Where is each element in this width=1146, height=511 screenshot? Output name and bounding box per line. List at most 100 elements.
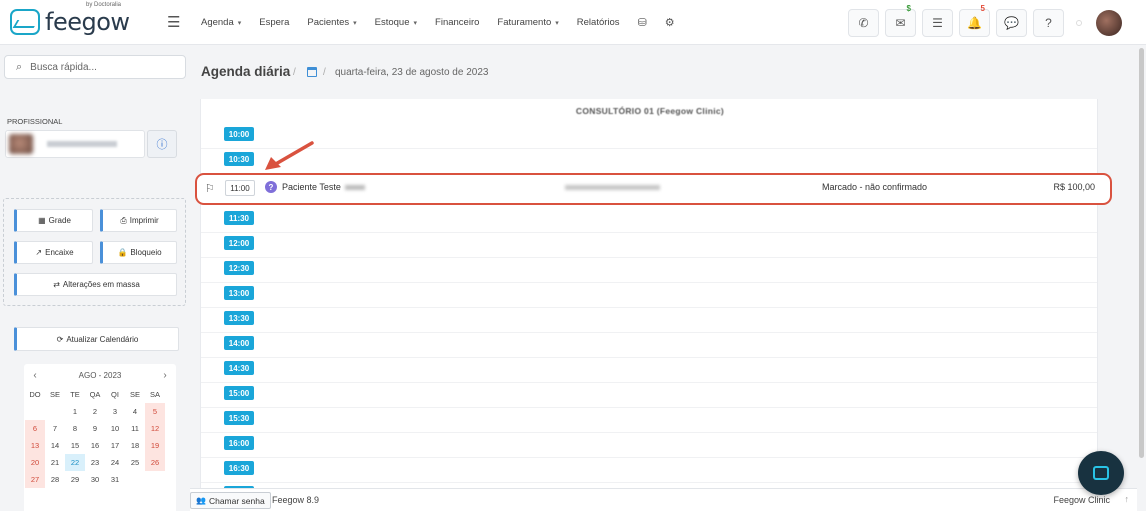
calendar-day[interactable]: 16 bbox=[85, 437, 105, 454]
calendar-day[interactable]: 27 bbox=[25, 471, 45, 488]
calendar-day[interactable]: 11 bbox=[125, 420, 145, 437]
time-slot-row[interactable]: 16:00 bbox=[201, 433, 1097, 458]
menu-item-estoque[interactable]: Estoque ▾ bbox=[375, 17, 417, 28]
bloqueio-button[interactable]: 🔒 Bloqueio bbox=[100, 241, 177, 264]
time-slot-row[interactable]: 16:30 bbox=[201, 458, 1097, 483]
calendar-day[interactable]: 6 bbox=[25, 420, 45, 437]
caret-down-icon: ▾ bbox=[237, 19, 242, 27]
quick-search-input[interactable]: ⌕ Busca rápida... bbox=[4, 55, 186, 79]
calendar-day[interactable]: 8 bbox=[65, 420, 85, 437]
time-slot-label[interactable]: 11:30 bbox=[224, 211, 254, 225]
weekday-header: QI bbox=[111, 390, 119, 399]
calendar-day[interactable]: 1 bbox=[65, 403, 85, 420]
chat-widget-button[interactable] bbox=[1078, 451, 1124, 495]
time-slot-row[interactable]: 14:00 bbox=[201, 333, 1097, 358]
calendar-day[interactable]: 4 bbox=[125, 403, 145, 420]
calendar-day[interactable]: 24 bbox=[105, 454, 125, 471]
calendar-day[interactable]: 21 bbox=[45, 454, 65, 471]
refresh-calendar-button[interactable]: ⟳ Atualizar Calendário bbox=[14, 327, 179, 351]
time-slot-row[interactable]: 11:30 bbox=[201, 208, 1097, 233]
calendar-day[interactable]: 28 bbox=[45, 471, 65, 488]
calendar-day[interactable]: 23 bbox=[85, 454, 105, 471]
calendar-day[interactable]: 26 bbox=[145, 454, 165, 471]
hamburger-menu-icon[interactable]: ☰ bbox=[167, 13, 187, 31]
calendar-day[interactable]: 18 bbox=[125, 437, 145, 454]
time-slot-row[interactable]: 15:00 bbox=[201, 383, 1097, 408]
appointment-time[interactable]: 11:00 bbox=[225, 180, 255, 196]
calendar-day[interactable]: 17 bbox=[105, 437, 125, 454]
time-slot-row[interactable]: 10:00 bbox=[201, 124, 1097, 149]
calendar-day[interactable]: 14 bbox=[45, 437, 65, 454]
calendar-icon[interactable] bbox=[307, 67, 317, 77]
time-slot-row[interactable]: 13:30 bbox=[201, 308, 1097, 333]
calendar-day[interactable]: 20 bbox=[25, 454, 45, 471]
calendar-day[interactable]: 25 bbox=[125, 454, 145, 471]
time-slot-label[interactable]: 15:30 bbox=[224, 411, 254, 425]
time-slot-label[interactable]: 14:30 bbox=[224, 361, 254, 375]
calendar-day[interactable]: 29 bbox=[65, 471, 85, 488]
scroll-top-icon[interactable]: ↑ bbox=[1125, 494, 1130, 504]
menu-item-pacientes[interactable]: Pacientes ▾ bbox=[307, 17, 356, 28]
menu-item-agenda[interactable]: Agenda ▾ bbox=[201, 17, 241, 28]
time-slot-label[interactable]: 12:30 bbox=[224, 261, 254, 275]
feegow-logo[interactable]: feegow by Doctoralia bbox=[10, 2, 160, 36]
flag-icon[interactable]: ⚐ bbox=[205, 182, 215, 195]
grade-button[interactable]: ▦ Grade bbox=[14, 209, 93, 232]
time-slot-label[interactable]: 10:30 bbox=[224, 152, 254, 166]
calendar-day[interactable]: 3 bbox=[105, 403, 125, 420]
appointment-row[interactable]: ⚐ 11:00 ? Paciente Teste Marcado - não c… bbox=[195, 173, 1112, 205]
bell-button[interactable]: 🔔 5 bbox=[959, 4, 990, 37]
time-slot-label[interactable]: 16:00 bbox=[224, 436, 254, 450]
calendar-day[interactable]: 5 bbox=[145, 403, 165, 420]
call-ticket-button[interactable]: 👥 Chamar senha bbox=[190, 492, 271, 509]
mass-changes-button[interactable]: ⇄ Alterações em massa bbox=[14, 273, 177, 296]
calendar-day[interactable]: 2 bbox=[85, 403, 105, 420]
time-slot-row[interactable]: 10:30 bbox=[201, 149, 1097, 174]
professional-info-button[interactable]: ⓘ bbox=[147, 130, 177, 158]
inbox-button[interactable]: ✉ $ bbox=[885, 4, 916, 37]
calendar-day[interactable]: 13 bbox=[25, 437, 45, 454]
gear-icon[interactable]: ⚙ bbox=[665, 16, 675, 29]
calendar-day[interactable]: 10 bbox=[105, 420, 125, 437]
encaixe-button[interactable]: ↗ Encaixe bbox=[14, 241, 93, 264]
menu-item-relatrios[interactable]: Relatórios bbox=[577, 17, 620, 28]
time-slot-row[interactable]: 15:30 bbox=[201, 408, 1097, 433]
time-slot-label[interactable]: 15:00 bbox=[224, 386, 254, 400]
calendar-day[interactable]: 12 bbox=[145, 420, 165, 437]
calendar-day[interactable]: 15 bbox=[65, 437, 85, 454]
time-slot-label[interactable]: 12:00 bbox=[224, 236, 254, 250]
weekday-header: DO bbox=[29, 390, 41, 399]
scrollbar-thumb[interactable] bbox=[1139, 48, 1144, 458]
menu-item-faturamento[interactable]: Faturamento ▾ bbox=[497, 17, 558, 28]
user-avatar[interactable] bbox=[1096, 10, 1122, 36]
time-slot-row[interactable]: 14:30 bbox=[201, 358, 1097, 383]
print-button[interactable]: ⎙ Imprimir bbox=[100, 209, 177, 232]
menu-item-espera[interactable]: Espera bbox=[259, 17, 289, 28]
prev-month-chevron-icon[interactable]: ‹ bbox=[28, 370, 42, 381]
help-button[interactable]: ? bbox=[1033, 9, 1064, 37]
time-slot-row[interactable]: 12:00 bbox=[201, 233, 1097, 258]
chat-button[interactable]: 💬 bbox=[996, 9, 1027, 37]
time-slot-label[interactable]: 13:30 bbox=[224, 311, 254, 325]
menu-item-financeiro[interactable]: Financeiro bbox=[435, 17, 479, 28]
page-scrollbar[interactable] bbox=[1137, 46, 1146, 511]
time-slot-row[interactable]: 13:00 bbox=[201, 283, 1097, 308]
database-icon[interactable]: ⛁ bbox=[638, 16, 647, 29]
phone-button[interactable]: ✆ bbox=[848, 9, 879, 37]
patient-name[interactable]: Paciente Teste bbox=[282, 182, 341, 192]
time-slot-label[interactable]: 13:00 bbox=[224, 286, 254, 300]
calendar-day[interactable]: 19 bbox=[145, 437, 165, 454]
calendar-day[interactable]: 9 bbox=[85, 420, 105, 437]
professional-label: PROFISSIONAL bbox=[7, 117, 63, 126]
time-slot-label[interactable]: 10:00 bbox=[224, 127, 254, 141]
time-slot-row[interactable]: 12:30 bbox=[201, 258, 1097, 283]
professional-select[interactable] bbox=[5, 130, 145, 158]
calendar-day[interactable]: 30 bbox=[85, 471, 105, 488]
calendar-day[interactable]: 22 bbox=[65, 454, 85, 471]
calendar-day[interactable]: 31 bbox=[105, 471, 125, 488]
time-slot-label[interactable]: 14:00 bbox=[224, 336, 254, 350]
list-button[interactable]: ☰ bbox=[922, 9, 953, 37]
calendar-day[interactable]: 7 bbox=[45, 420, 65, 437]
time-slot-label[interactable]: 16:30 bbox=[224, 461, 254, 475]
next-month-chevron-icon[interactable]: › bbox=[158, 370, 172, 381]
